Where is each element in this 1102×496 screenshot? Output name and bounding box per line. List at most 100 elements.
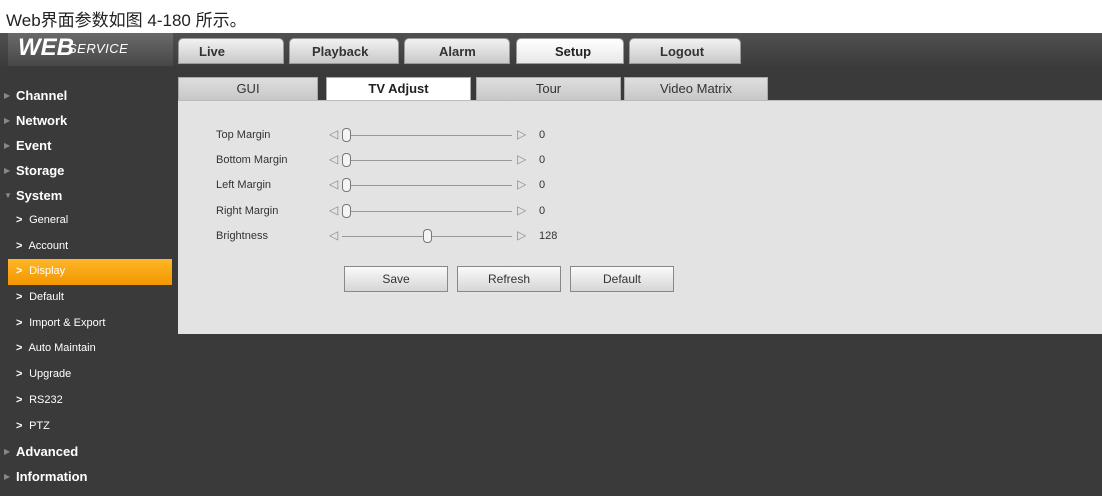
decrease-arrow-icon[interactable]: ◁ (329, 152, 338, 166)
slider-track[interactable] (342, 185, 512, 186)
increase-arrow-icon[interactable]: ▷ (517, 177, 526, 191)
decrease-arrow-icon[interactable]: ◁ (329, 177, 338, 191)
top-header: WEB SERVICE Live Playback Alarm Setup Lo… (0, 33, 1102, 66)
logo: WEB SERVICE (8, 33, 173, 66)
sidebar-item-information[interactable]: ▶ Information (0, 464, 175, 489)
collapsed-arrow-icon: ▶ (4, 91, 11, 100)
subtab-video-matrix[interactable]: Video Matrix (624, 77, 768, 101)
subtab-label: TV Adjust (368, 81, 429, 96)
slider-label: Top Margin (216, 129, 271, 141)
sidebar-subitem-auto-maintain[interactable]: > Auto Maintain (0, 336, 175, 362)
sidebar-subitem-label: RS232 (29, 393, 63, 406)
sidebar-item-label: Event (16, 138, 52, 153)
sidebar-item-label: Information (16, 469, 88, 485)
sidebar-subitem-label: Display (29, 265, 66, 278)
decrease-arrow-icon[interactable]: ◁ (329, 127, 338, 141)
tab-setup-label: Setup (555, 44, 592, 59)
tab-playback-label: Playback (312, 44, 369, 59)
slider-value: 0 (539, 154, 546, 166)
sidebar-item-label: System (16, 188, 63, 203)
tab-alarm[interactable]: Alarm (404, 38, 510, 64)
slider-row-bottom-margin: Bottom Margin ◁ ▷ 0 (216, 152, 636, 172)
slider-value: 0 (539, 205, 546, 217)
chevron-right-icon: > (16, 342, 23, 355)
subtab-bar: GUI TV Adjust Tour Video Matrix (178, 77, 1102, 101)
chevron-right-icon: > (16, 291, 23, 304)
chevron-right-icon: > (16, 368, 23, 381)
collapsed-arrow-icon: ▶ (4, 116, 11, 125)
refresh-button[interactable]: Refresh (457, 266, 561, 292)
slider-row-right-margin: Right Margin ◁ ▷ 0 (216, 203, 636, 223)
page-caption: Web界面参数如图 4-180 所示。 (0, 0, 1102, 33)
decrease-arrow-icon[interactable]: ◁ (329, 228, 338, 242)
chevron-right-icon: > (16, 265, 23, 278)
subtab-label: Tour (535, 81, 562, 96)
slider-thumb[interactable] (342, 204, 351, 218)
tab-live[interactable]: Live (178, 38, 284, 64)
tab-alarm-label: Alarm (439, 44, 476, 59)
app-window: WEB SERVICE Live Playback Alarm Setup Lo… (0, 33, 1102, 496)
expanded-arrow-icon: ▼ (4, 191, 12, 200)
slider-thumb[interactable] (422, 229, 432, 243)
sidebar-subitem-label: Import & Export (29, 316, 106, 329)
sidebar-item-label: Storage (16, 163, 65, 178)
slider-value: 0 (539, 129, 546, 141)
slider-row-left-margin: Left Margin ◁ ▷ 0 (216, 177, 636, 197)
save-button[interactable]: Save (344, 266, 448, 292)
sidebar-subitem-upgrade[interactable]: > Upgrade (0, 362, 175, 388)
sidebar-item-label: Channel (16, 88, 68, 103)
increase-arrow-icon[interactable]: ▷ (517, 228, 526, 242)
sidebar-item-channel[interactable]: ▶ Channel (0, 83, 175, 108)
slider-value: 0 (539, 179, 546, 191)
collapsed-arrow-icon: ▶ (4, 141, 11, 150)
sidebar-subitem-label: General (29, 214, 69, 226)
chevron-right-icon: > (16, 393, 23, 406)
sidebar-subitem-label: Default (29, 291, 64, 304)
slider-track[interactable] (342, 135, 512, 136)
sidebar-item-event[interactable]: ▶ Event (0, 133, 175, 158)
sidebar-item-advanced[interactable]: ▶ Advanced (0, 439, 175, 464)
decrease-arrow-icon[interactable]: ◁ (329, 203, 338, 217)
sidebar-item-network[interactable]: ▶ Network (0, 108, 175, 133)
subtab-gui[interactable]: GUI (178, 77, 318, 101)
sidebar-item-label: Advanced (16, 444, 79, 460)
subtab-label: GUI (236, 81, 260, 96)
tv-adjust-panel: Top Margin ◁ ▷ 0 Bottom Margin ◁ ▷ 0 Lef… (178, 100, 1102, 334)
slider-label: Bottom Margin (216, 154, 288, 166)
slider-value: 128 (539, 230, 558, 242)
collapsed-arrow-icon: ▶ (4, 447, 11, 457)
subtab-tv-adjust[interactable]: TV Adjust (326, 77, 471, 101)
slider-track[interactable] (342, 211, 512, 212)
collapsed-arrow-icon: ▶ (4, 166, 11, 175)
slider-label: Brightness (216, 230, 268, 242)
sidebar-subitem-ptz[interactable]: > PTZ (0, 414, 175, 440)
increase-arrow-icon[interactable]: ▷ (517, 203, 526, 217)
sidebar-subitem-label: Auto Maintain (28, 342, 96, 355)
slider-thumb[interactable] (342, 178, 351, 192)
sidebar-subitem-rs232[interactable]: > RS232 (0, 388, 175, 414)
tab-playback[interactable]: Playback (289, 38, 399, 64)
sidebar-item-storage[interactable]: ▶ Storage (0, 158, 175, 183)
slider-row-top-margin: Top Margin ◁ ▷ 0 (216, 127, 636, 147)
sidebar-subitem-display[interactable]: > Display (8, 259, 172, 286)
tab-logout[interactable]: Logout (629, 38, 741, 64)
tab-live-label: Live (199, 44, 226, 59)
default-button[interactable]: Default (570, 266, 674, 292)
subtab-tour[interactable]: Tour (476, 77, 621, 101)
sidebar-subitem-default[interactable]: > Default (0, 285, 175, 311)
increase-arrow-icon[interactable]: ▷ (517, 152, 526, 166)
tab-setup[interactable]: Setup (516, 38, 624, 64)
slider-thumb[interactable] (342, 128, 351, 142)
sidebar-subitem-import-export[interactable]: > Import & Export (0, 311, 175, 337)
sidebar-item-label: Network (16, 113, 68, 128)
slider-track[interactable] (342, 160, 512, 161)
logo-main: WEB (18, 34, 74, 61)
chevron-right-icon: > (16, 316, 23, 329)
sidebar-subitem-account[interactable]: > Account (0, 234, 175, 260)
sidebar-item-system[interactable]: ▼ System (0, 183, 175, 208)
slider-thumb[interactable] (342, 153, 351, 167)
slider-row-brightness: Brightness ◁ ▷ 128 (216, 228, 636, 248)
increase-arrow-icon[interactable]: ▷ (517, 127, 526, 141)
sidebar-subitem-general[interactable]: > General (0, 208, 175, 234)
slider-label: Right Margin (216, 205, 279, 217)
